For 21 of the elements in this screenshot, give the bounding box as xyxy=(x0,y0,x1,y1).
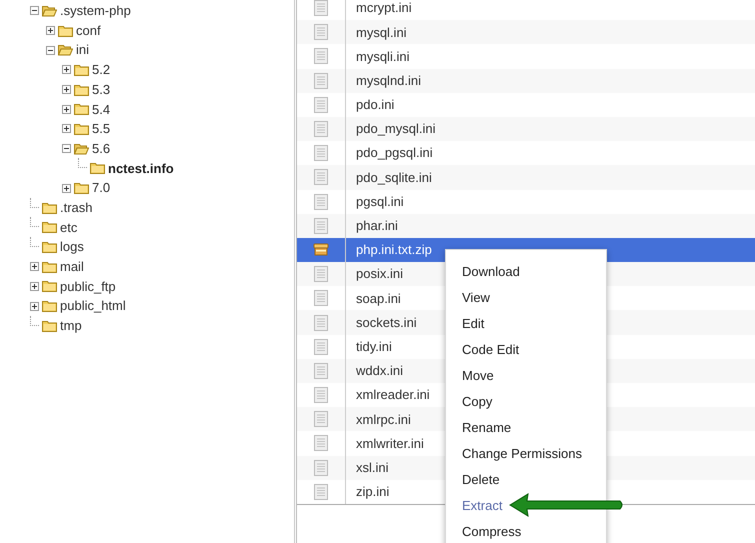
file-name: soap.ini xyxy=(355,290,401,308)
file-name: phar.ini xyxy=(355,217,398,236)
file-name: tidy.ini xyxy=(355,338,392,356)
file-name: wddx.ini xyxy=(355,362,403,380)
file-name: zip.ini xyxy=(355,483,390,502)
file-name: mcrypt.ini xyxy=(355,0,412,18)
file-name: xmlreader.ini xyxy=(355,386,430,404)
file-name: posix.ini xyxy=(355,265,403,284)
file-name: php.ini.txt.zip xyxy=(355,241,432,260)
file-name: mysql.ini xyxy=(355,24,407,42)
file-name: pdo_pgsql.ini xyxy=(355,144,433,162)
file-name: pdo.ini xyxy=(355,96,394,114)
file-name: sockets.ini xyxy=(355,314,417,332)
file-name: pdo_sqlite.ini xyxy=(355,168,432,187)
file-name: xmlwriter.ini xyxy=(355,434,424,453)
file-name: xsl.ini xyxy=(355,458,389,477)
file-name: pdo_mysql.ini xyxy=(355,120,436,138)
file-name: pgsql.ini xyxy=(355,192,404,211)
file-name: xmlrpc.ini xyxy=(355,410,411,429)
file-name: mysqli.ini xyxy=(355,48,410,66)
file-name: mysqlnd.ini xyxy=(355,72,422,90)
